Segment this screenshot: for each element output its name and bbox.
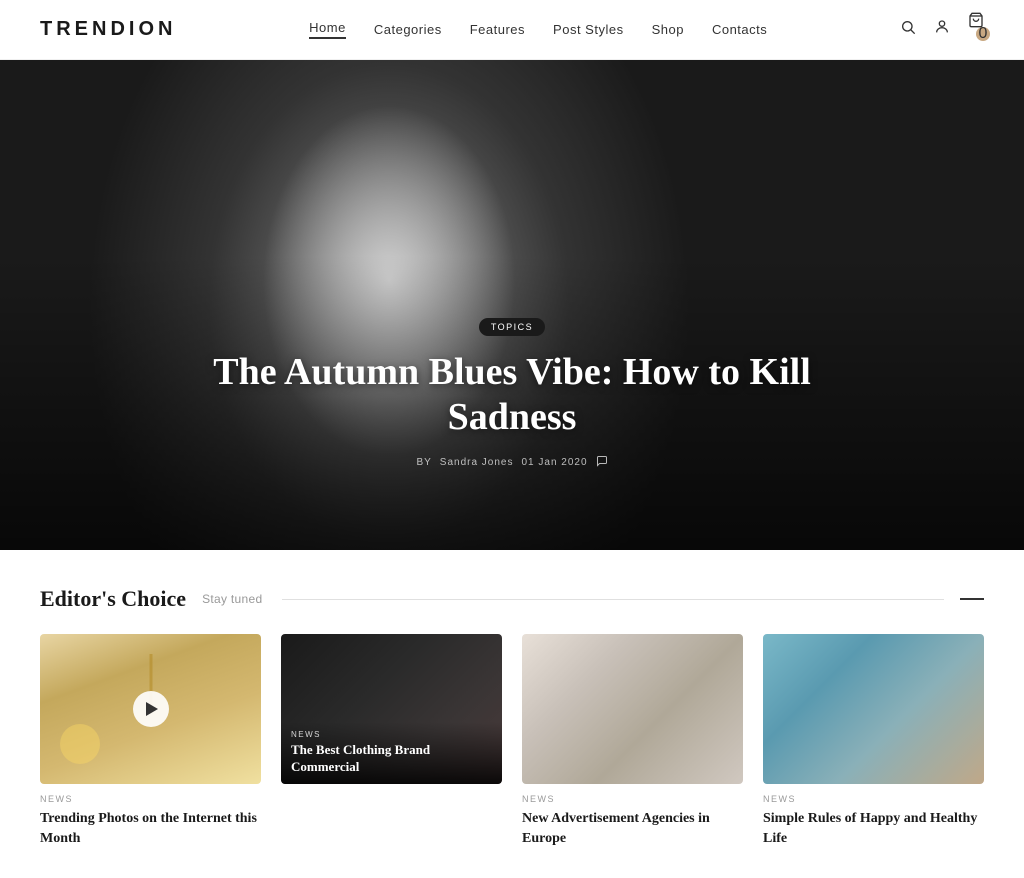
card-3-image: [522, 634, 743, 784]
editors-choice-section: Editor's Choice Stay tuned NEWS Trending…: [0, 550, 1024, 878]
section-divider: [282, 599, 944, 600]
section-dash: [960, 598, 984, 600]
hero-title[interactable]: The Autumn Blues Vibe: How to Kill Sadne…: [212, 350, 812, 441]
hero-author-prefix: BY: [416, 457, 431, 468]
card-1-image: [40, 634, 261, 784]
card-2-overlay-title: The Best Clothing Brand Commercial: [291, 742, 492, 776]
card-3-title: New Advertisement Agencies in Europe: [522, 809, 743, 848]
nav-home[interactable]: Home: [309, 20, 346, 39]
search-icon[interactable]: [900, 19, 916, 40]
hero-comments-icon: [596, 455, 608, 470]
cart-badge: 0: [976, 27, 990, 41]
card-4-title: Simple Rules of Happy and Healthy Life: [763, 809, 984, 848]
hero-meta: BY Sandra Jones 01 Jan 2020: [212, 455, 812, 470]
cart-icon[interactable]: 0: [968, 12, 984, 47]
card-2[interactable]: NEWS The Best Clothing Brand Commercial: [281, 634, 502, 848]
editors-choice-title: Editor's Choice: [40, 586, 186, 612]
section-header: Editor's Choice Stay tuned: [40, 586, 984, 612]
card-1-title: Trending Photos on the Internet this Mon…: [40, 809, 261, 848]
hero-section: TOPICS The Autumn Blues Vibe: How to Kil…: [0, 60, 1024, 550]
editors-choice-subtitle: Stay tuned: [202, 592, 262, 606]
play-button[interactable]: [133, 691, 169, 727]
card-2-overlay-category: NEWS: [291, 730, 492, 739]
nav-categories[interactable]: Categories: [374, 22, 442, 37]
card-2-image: NEWS The Best Clothing Brand Commercial: [281, 634, 502, 784]
card-2-overlay: NEWS The Best Clothing Brand Commercial: [281, 722, 502, 784]
nav-features[interactable]: Features: [470, 22, 525, 37]
hero-topic-badge[interactable]: TOPICS: [479, 318, 545, 336]
logo[interactable]: TRENDION: [40, 18, 176, 41]
card-3-category: NEWS: [522, 794, 743, 804]
site-header: TRENDION Home Categories Features Post S…: [0, 0, 1024, 60]
card-3-image-bg: [522, 634, 743, 784]
main-nav: Home Categories Features Post Styles Sho…: [309, 20, 767, 39]
user-icon[interactable]: [934, 19, 950, 40]
cards-grid: NEWS Trending Photos on the Internet thi…: [40, 634, 984, 848]
card-4[interactable]: NEWS Simple Rules of Happy and Healthy L…: [763, 634, 984, 848]
nav-shop[interactable]: Shop: [652, 22, 684, 37]
card-4-image-bg: [763, 634, 984, 784]
hero-date: 01 Jan 2020: [522, 457, 588, 468]
card-1-category: NEWS: [40, 794, 261, 804]
hero-content: TOPICS The Autumn Blues Vibe: How to Kil…: [212, 317, 812, 470]
card-4-image: [763, 634, 984, 784]
header-icons: 0: [900, 12, 984, 47]
card-1[interactable]: NEWS Trending Photos on the Internet thi…: [40, 634, 261, 848]
card-3[interactable]: NEWS New Advertisement Agencies in Europ…: [522, 634, 743, 848]
hero-author[interactable]: Sandra Jones: [440, 457, 514, 468]
nav-post-styles[interactable]: Post Styles: [553, 22, 624, 37]
nav-contacts[interactable]: Contacts: [712, 22, 767, 37]
card-4-category: NEWS: [763, 794, 984, 804]
